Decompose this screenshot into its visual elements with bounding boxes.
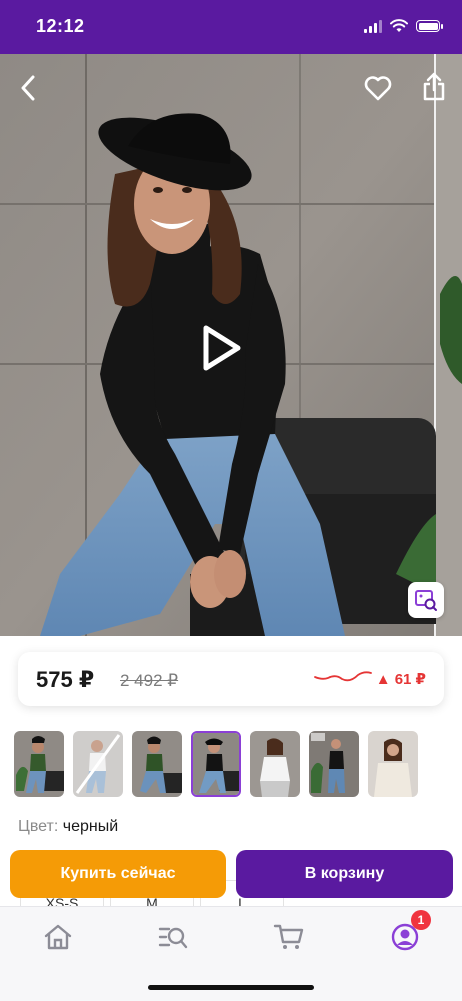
cart-icon[interactable] [273, 921, 305, 953]
price-current: 575 ₽ [36, 667, 95, 692]
color-thumbnail-black-top[interactable] [191, 731, 241, 797]
status-bar: 12:12 [0, 0, 462, 54]
cellular-signal-icon [364, 19, 382, 33]
price-history-chart-icon[interactable] [314, 667, 372, 687]
wifi-icon [390, 19, 408, 32]
favorite-button[interactable] [358, 68, 398, 108]
color-value: черный [62, 818, 119, 835]
color-label: Цвет: черный [18, 818, 118, 836]
buy-now-button[interactable]: Купить сейчас [10, 850, 226, 898]
color-thumbnail-black-top-2[interactable] [309, 731, 359, 797]
image-search-icon [415, 590, 437, 611]
heart-icon [364, 76, 392, 101]
color-thumbnail-green-top-2[interactable] [132, 731, 182, 797]
add-to-cart-button[interactable]: В корзину [236, 850, 453, 898]
price-card: 575 ₽ 2 492 ₽ ▲ 61 ₽ [18, 652, 444, 706]
status-time: 12:12 [36, 16, 85, 36]
share-button[interactable] [414, 66, 454, 106]
catalog-search-icon[interactable] [157, 921, 189, 953]
chevron-left-icon [21, 75, 35, 101]
color-thumbnail-cream-top[interactable] [368, 731, 418, 797]
color-thumbnail-white-top-unavailable[interactable] [73, 731, 123, 797]
product-photo-gallery[interactable] [0, 54, 462, 636]
color-thumbnail-white-top[interactable] [250, 731, 300, 797]
share-icon [423, 72, 445, 101]
home-icon[interactable] [42, 921, 74, 953]
home-indicator [148, 985, 314, 990]
profile-notification-badge: 1 [411, 910, 431, 930]
back-button[interactable] [8, 68, 48, 108]
status-icons [364, 18, 443, 34]
image-search-button[interactable] [408, 582, 444, 618]
color-label-title: Цвет: [18, 818, 59, 835]
color-thumbnail-green-top[interactable] [14, 731, 64, 797]
play-video-button[interactable] [188, 316, 252, 380]
price-change: ▲ 61 ₽ [375, 671, 426, 688]
price-old: 2 492 ₽ [120, 671, 179, 690]
battery-icon [416, 20, 443, 32]
color-thumbnails [14, 731, 418, 799]
